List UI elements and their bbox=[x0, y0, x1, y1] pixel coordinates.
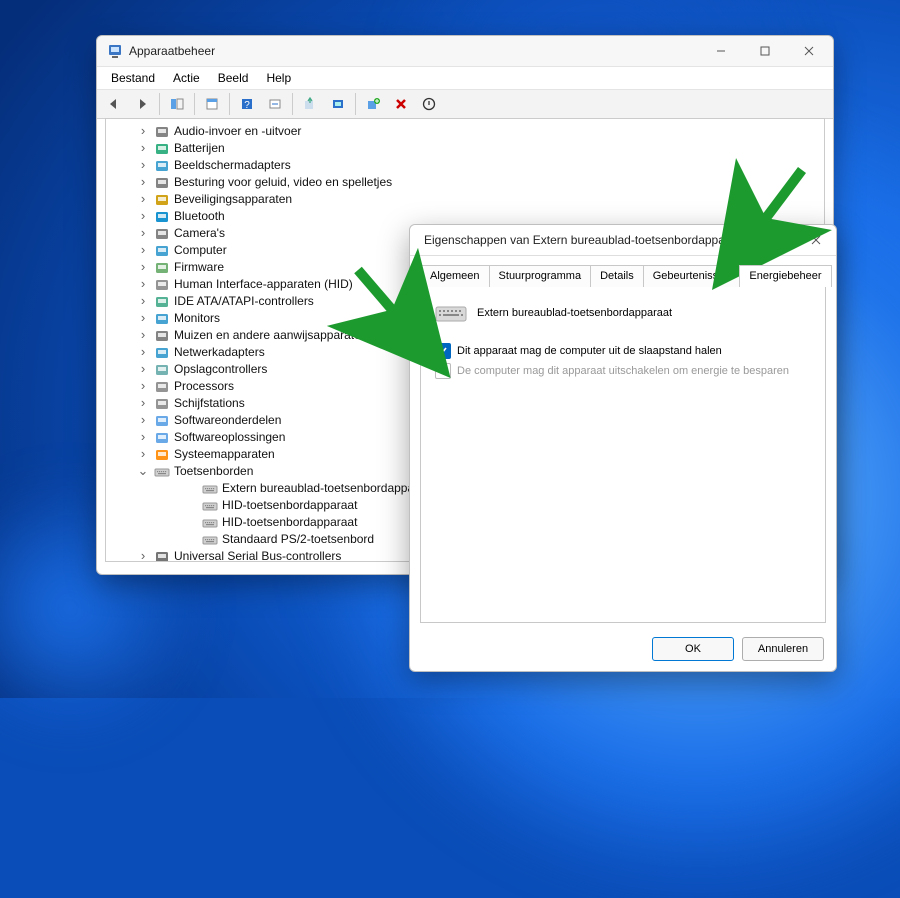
chevron-right-icon[interactable]: › bbox=[136, 191, 150, 208]
tree-node-label: Beeldschermadapters bbox=[174, 157, 291, 174]
tree-leaf-label: Extern bureaublad-toetsenbordapparaat bbox=[222, 480, 435, 497]
chevron-right-icon[interactable]: › bbox=[136, 174, 150, 191]
tree-node-label: IDE ATA/ATAPI-controllers bbox=[174, 293, 314, 310]
tree-node[interactable]: › Beeldschermadapters bbox=[136, 157, 818, 174]
chevron-right-icon[interactable]: › bbox=[136, 310, 150, 327]
checkbox-wake[interactable]: Dit apparaat mag de computer uit de slaa… bbox=[435, 343, 811, 359]
tab-driver[interactable]: Stuurprogramma bbox=[489, 265, 592, 287]
chevron-right-icon[interactable]: › bbox=[136, 361, 150, 378]
close-button[interactable] bbox=[787, 36, 831, 66]
tree-node-label: Computer bbox=[174, 242, 227, 259]
tree-node[interactable]: › Batterijen bbox=[136, 140, 818, 157]
tree-node-label: Firmware bbox=[174, 259, 224, 276]
properties-dialog: Eigenschappen van Extern bureaublad-toet… bbox=[409, 224, 837, 672]
tree-node-label: Systeemapparaten bbox=[174, 446, 275, 463]
tree-node[interactable]: › Besturing voor geluid, video en spellet… bbox=[136, 174, 818, 191]
chevron-right-icon[interactable]: › bbox=[136, 446, 150, 463]
checkbox-wake-label: Dit apparaat mag de computer uit de slaa… bbox=[457, 345, 722, 357]
disable-device-button[interactable] bbox=[416, 92, 442, 116]
tree-node-label: Batterijen bbox=[174, 140, 225, 157]
tree-node-label: Muizen en andere aanwijsapparaten bbox=[174, 327, 367, 344]
tree-node-label: Monitors bbox=[174, 310, 220, 327]
tree-node-label: Toetsenborden bbox=[174, 463, 253, 480]
add-legacy-button[interactable] bbox=[360, 92, 386, 116]
titlebar[interactable]: Apparaatbeheer bbox=[97, 36, 833, 67]
tree-node-label: Besturing voor geluid, video en spelletj… bbox=[174, 174, 392, 191]
tree-leaf-label: HID-toetsenbordapparaat bbox=[222, 497, 357, 514]
tree-leaf-label: HID-toetsenbordapparaat bbox=[222, 514, 357, 531]
window-title: Apparaatbeheer bbox=[129, 44, 693, 58]
keyboard-icon bbox=[435, 301, 467, 325]
tree-node[interactable]: › Beveiligingsapparaten bbox=[136, 191, 818, 208]
tree-node-label: Processors bbox=[174, 378, 234, 395]
help-button[interactable]: ? bbox=[234, 92, 260, 116]
scan-button[interactable] bbox=[262, 92, 288, 116]
forward-button[interactable] bbox=[129, 92, 155, 116]
dialog-titlebar[interactable]: Eigenschappen van Extern bureaublad-toet… bbox=[410, 225, 836, 256]
tree-node-label: Schijfstations bbox=[174, 395, 245, 412]
chevron-right-icon[interactable]: › bbox=[136, 395, 150, 412]
tree-node[interactable]: › Audio-invoer en -uitvoer bbox=[136, 123, 818, 140]
properties-button[interactable] bbox=[199, 92, 225, 116]
tree-node-label: Softwareonderdelen bbox=[174, 412, 281, 429]
chevron-right-icon[interactable]: › bbox=[136, 242, 150, 259]
tree-node-label: Universal Serial Bus-controllers bbox=[174, 548, 341, 562]
checkbox-wake-box[interactable] bbox=[435, 343, 451, 359]
menu-help[interactable]: Help bbox=[258, 69, 299, 87]
dialog-tabs: Algemeen Stuurprogramma Details Gebeurte… bbox=[420, 265, 826, 287]
menubar: Bestand Actie Beeld Help bbox=[97, 67, 833, 90]
tree-node-label: Audio-invoer en -uitvoer bbox=[174, 123, 301, 140]
tab-details[interactable]: Details bbox=[590, 265, 644, 287]
chevron-right-icon[interactable]: › bbox=[136, 293, 150, 310]
tab-power[interactable]: Energiebeheer bbox=[739, 265, 831, 287]
tree-leaf-label: Standaard PS/2-toetsenbord bbox=[222, 531, 374, 548]
tab-general[interactable]: Algemeen bbox=[420, 265, 490, 287]
device-name-label: Extern bureaublad-toetsenbordapparaat bbox=[477, 307, 672, 319]
chevron-right-icon[interactable]: › bbox=[136, 208, 150, 225]
menu-view[interactable]: Beeld bbox=[210, 69, 257, 87]
ok-button[interactable]: OK bbox=[652, 637, 734, 661]
app-icon bbox=[107, 43, 123, 59]
checkbox-allow-off-box bbox=[435, 363, 451, 379]
chevron-right-icon[interactable]: › bbox=[136, 123, 150, 140]
tree-node-label: Camera's bbox=[174, 225, 225, 242]
chevron-right-icon[interactable]: › bbox=[136, 157, 150, 174]
tree-node-label: Softwareoplossingen bbox=[174, 429, 285, 446]
tab-events[interactable]: Gebeurtenissen bbox=[643, 265, 741, 287]
tree-node-label: Netwerkadapters bbox=[174, 344, 265, 361]
chevron-right-icon[interactable]: › bbox=[136, 412, 150, 429]
chevron-right-icon[interactable]: › bbox=[136, 140, 150, 157]
chevron-right-icon[interactable]: › bbox=[136, 548, 150, 562]
chevron-right-icon[interactable]: › bbox=[136, 225, 150, 242]
update-driver-button[interactable] bbox=[297, 92, 323, 116]
tree-node-label: Human Interface-apparaten (HID) bbox=[174, 276, 353, 293]
tree-node[interactable]: › Bluetooth bbox=[136, 208, 818, 225]
tab-power-page: Extern bureaublad-toetsenbordapparaat Di… bbox=[420, 287, 826, 623]
checkbox-allow-off: De computer mag dit apparaat uitschakele… bbox=[435, 363, 811, 379]
toolbar: ? bbox=[97, 90, 833, 119]
uninstall-button[interactable] bbox=[388, 92, 414, 116]
cancel-button[interactable]: Annuleren bbox=[742, 637, 824, 661]
chevron-right-icon[interactable]: › bbox=[136, 429, 150, 446]
chevron-right-icon[interactable]: › bbox=[136, 344, 150, 361]
show-hide-tree-button[interactable] bbox=[164, 92, 190, 116]
chevron-down-icon[interactable]: ⌄ bbox=[136, 463, 150, 480]
menu-file[interactable]: Bestand bbox=[103, 69, 163, 87]
chevron-right-icon[interactable]: › bbox=[136, 378, 150, 395]
checkbox-allow-off-label: De computer mag dit apparaat uitschakele… bbox=[457, 365, 789, 377]
back-button[interactable] bbox=[101, 92, 127, 116]
chevron-right-icon[interactable]: › bbox=[136, 276, 150, 293]
tree-node-label: Beveiligingsapparaten bbox=[174, 191, 292, 208]
enable-device-button[interactable] bbox=[325, 92, 351, 116]
tree-node-label: Opslagcontrollers bbox=[174, 361, 267, 378]
maximize-button[interactable] bbox=[743, 36, 787, 66]
svg-text:?: ? bbox=[244, 100, 250, 111]
dialog-close-button[interactable] bbox=[798, 225, 834, 255]
chevron-right-icon[interactable]: › bbox=[136, 259, 150, 276]
minimize-button[interactable] bbox=[699, 36, 743, 66]
dialog-title: Eigenschappen van Extern bureaublad-toet… bbox=[420, 233, 792, 247]
chevron-right-icon[interactable]: › bbox=[136, 327, 150, 344]
tree-node-label: Bluetooth bbox=[174, 208, 225, 225]
menu-action[interactable]: Actie bbox=[165, 69, 208, 87]
